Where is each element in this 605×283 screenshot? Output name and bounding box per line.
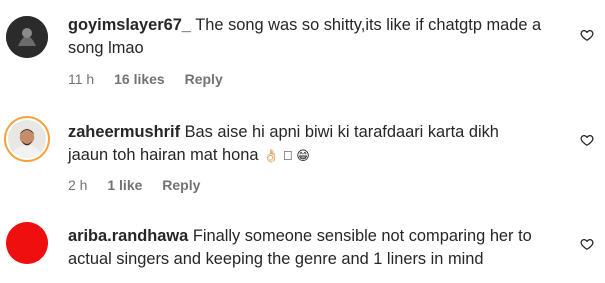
comment-username[interactable]: goyimslayer67_ — [68, 16, 191, 34]
comment-body: goyimslayer67_ The song was so shitty,it… — [68, 14, 568, 60]
comment-time: 2 h — [68, 177, 88, 193]
comment-username[interactable]: zaheermushrif — [68, 123, 180, 141]
avatar-image — [6, 16, 48, 58]
avatar-image — [6, 222, 48, 264]
reply-button[interactable]: Reply — [185, 71, 223, 87]
avatar[interactable] — [6, 222, 48, 264]
comment-likes[interactable]: 16 likes — [114, 71, 165, 87]
avatar[interactable] — [6, 118, 48, 160]
heart-icon[interactable] — [580, 237, 594, 251]
comment-meta: 2 h 1 like Reply — [68, 177, 216, 193]
avatar[interactable] — [6, 16, 48, 58]
avatar-image — [8, 120, 46, 158]
comment-2: zaheermushrif Bas aise hi apni biwi ki t… — [0, 96, 605, 200]
comment-3: ariba.randhawa Finally someone sensible … — [0, 200, 605, 283]
heart-icon[interactable] — [580, 28, 594, 42]
comment-meta: 11 h 16 likes Reply — [68, 71, 239, 87]
comment-likes[interactable]: 1 like — [107, 177, 142, 193]
comment-username[interactable]: ariba.randhawa — [68, 227, 188, 245]
comment-emoji: 👌🏻 ⃞ 😁 — [263, 148, 310, 164]
comment-1: goyimslayer67_ The song was so shitty,it… — [0, 0, 605, 96]
comment-body: zaheermushrif Bas aise hi apni biwi ki t… — [68, 121, 538, 167]
reply-button[interactable]: Reply — [162, 177, 200, 193]
comment-body: ariba.randhawa Finally someone sensible … — [68, 225, 538, 271]
heart-icon[interactable] — [580, 133, 594, 147]
comment-time: 11 h — [68, 71, 95, 87]
